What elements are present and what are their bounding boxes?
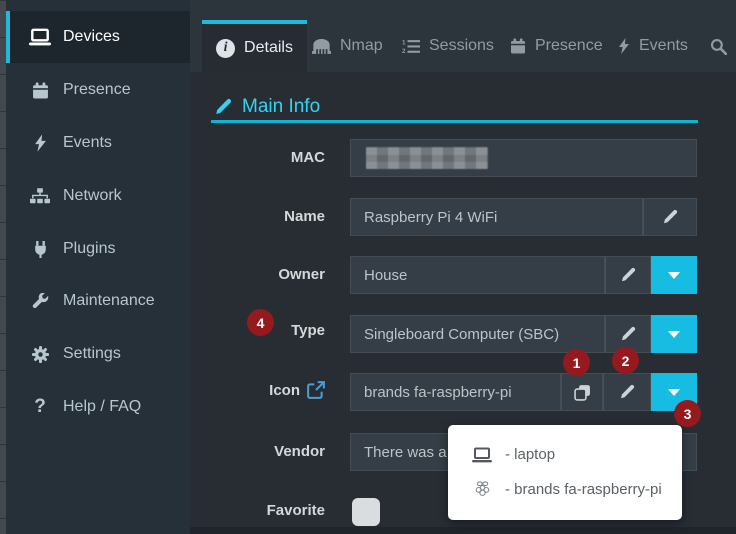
external-link-icon[interactable]	[307, 381, 325, 399]
raspberry-pi-icon	[472, 481, 492, 498]
sidebar-item-label: Settings	[63, 345, 121, 363]
owner-edit-button[interactable]	[605, 256, 651, 294]
icon-label-text: Icon	[269, 382, 300, 399]
sidebar-item-label: Presence	[63, 81, 131, 99]
bolt-icon	[28, 134, 52, 152]
name-field-group: Raspberry Pi 4 WiFi	[350, 198, 697, 236]
dropdown-item-raspberry-pi[interactable]: - brands fa-raspberry-pi	[448, 472, 682, 507]
device-details-page: Devices Presence Events Network Plugins	[0, 0, 736, 534]
mac-label: MAC	[215, 149, 325, 166]
search-icon	[710, 38, 727, 55]
calendar-icon	[510, 38, 526, 54]
tab-label: Sessions	[429, 37, 494, 55]
tab-details[interactable]: i Details	[202, 20, 307, 72]
sidebar: Devices Presence Events Network Plugins	[6, 0, 190, 534]
pencil-icon	[620, 267, 636, 283]
pencil-icon	[620, 326, 636, 342]
sidebar-item-help[interactable]: ? Help / FAQ	[6, 381, 190, 433]
sidebar-item-label: Help / FAQ	[63, 398, 141, 416]
plug-icon	[28, 241, 52, 258]
tab-events[interactable]: Events	[618, 20, 688, 72]
annotation-badge-4: 4	[247, 309, 274, 336]
dropdown-item-laptop[interactable]: - laptop	[448, 437, 682, 472]
tab-label: Details	[244, 39, 293, 57]
sidebar-item-label: Events	[63, 134, 112, 152]
section-title: Main Info	[242, 96, 320, 118]
dropdown-item-label: - laptop	[505, 446, 555, 463]
svg-text:2: 2	[402, 48, 406, 54]
name-edit-button[interactable]	[643, 198, 697, 236]
sidebar-item-events[interactable]: Events	[6, 117, 190, 169]
sidebar-item-settings[interactable]: Settings	[6, 328, 190, 380]
sidebar-item-devices[interactable]: Devices	[6, 11, 190, 63]
favorite-label: Favorite	[215, 502, 325, 519]
annotation-badge-3: 3	[674, 400, 701, 427]
sidebar-item-label: Network	[63, 187, 122, 205]
sidebar-item-plugins[interactable]: Plugins	[6, 223, 190, 275]
section-header: Main Info	[214, 96, 320, 118]
caret-down-icon	[668, 272, 680, 279]
tab-label: Nmap	[340, 37, 383, 55]
main-content: i Details Nmap 12 Sessions Presence	[190, 0, 736, 534]
list-ol-icon: 12	[402, 39, 420, 54]
calendar-icon	[28, 82, 52, 99]
favorite-checkbox[interactable]	[352, 498, 380, 526]
type-input[interactable]: Singleboard Computer (SBC)	[350, 315, 605, 353]
pencil-icon	[662, 209, 678, 225]
sitemap-icon	[28, 188, 52, 204]
mac-field-group	[350, 139, 697, 177]
dropdown-item-label: - brands fa-raspberry-pi	[505, 481, 662, 498]
tab-presence[interactable]: Presence	[510, 20, 603, 72]
icon-dropdown-panel: - laptop - brands fa-raspberry-pi	[448, 425, 682, 520]
tab-plugins-truncated[interactable]: P	[710, 20, 736, 72]
icon-label: Icon	[215, 381, 325, 399]
name-label: Name	[215, 208, 325, 225]
owner-dropdown-button[interactable]	[651, 256, 697, 294]
icon-copy-button[interactable]	[561, 373, 603, 411]
sidebar-item-maintenance[interactable]: Maintenance	[6, 275, 190, 327]
tab-nmap[interactable]: Nmap	[312, 20, 383, 72]
info-circle-icon: i	[216, 39, 235, 58]
sidebar-item-presence[interactable]: Presence	[6, 64, 190, 116]
pencil-icon	[619, 384, 635, 400]
type-dropdown-button[interactable]	[651, 315, 697, 353]
wrench-icon	[28, 293, 52, 310]
icon-input[interactable]: brands fa-raspberry-pi	[350, 373, 561, 411]
vendor-label: Vendor	[215, 443, 325, 460]
owner-input[interactable]: House	[350, 256, 605, 294]
annotation-badge-2: 2	[612, 347, 639, 374]
tab-label: Events	[639, 37, 688, 55]
sidebar-item-label: Devices	[63, 28, 120, 46]
name-input[interactable]: Raspberry Pi 4 WiFi	[350, 198, 643, 236]
owner-label: Owner	[215, 266, 325, 283]
gear-icon	[28, 346, 52, 363]
tab-label: Presence	[535, 37, 603, 55]
laptop-icon	[472, 447, 492, 463]
pencil-icon	[214, 98, 232, 116]
icon-edit-button[interactable]	[603, 373, 651, 411]
owner-field-group: House	[350, 256, 697, 294]
svg-text:1: 1	[402, 39, 406, 46]
sidebar-item-network[interactable]: Network	[6, 170, 190, 222]
sidebar-item-label: Plugins	[63, 240, 115, 258]
bolt-icon	[618, 38, 630, 54]
icon-field-group: brands fa-raspberry-pi	[350, 373, 697, 411]
caret-down-icon	[668, 331, 680, 338]
tab-sessions[interactable]: 12 Sessions	[402, 20, 494, 72]
section-underline	[211, 120, 698, 123]
nmap-archway-icon	[312, 39, 331, 54]
bottom-strip	[190, 527, 736, 534]
sidebar-item-label: Maintenance	[63, 292, 155, 310]
type-field-group: Singleboard Computer (SBC)	[350, 315, 697, 353]
mac-input[interactable]	[350, 139, 697, 177]
copy-icon	[574, 384, 591, 401]
caret-down-icon	[668, 389, 680, 396]
redacted-mac-value	[366, 147, 488, 169]
tab-bar: i Details Nmap 12 Sessions Presence	[190, 0, 736, 72]
laptop-icon	[28, 28, 52, 46]
annotation-badge-1: 1	[563, 349, 590, 376]
question-icon: ?	[28, 396, 52, 418]
